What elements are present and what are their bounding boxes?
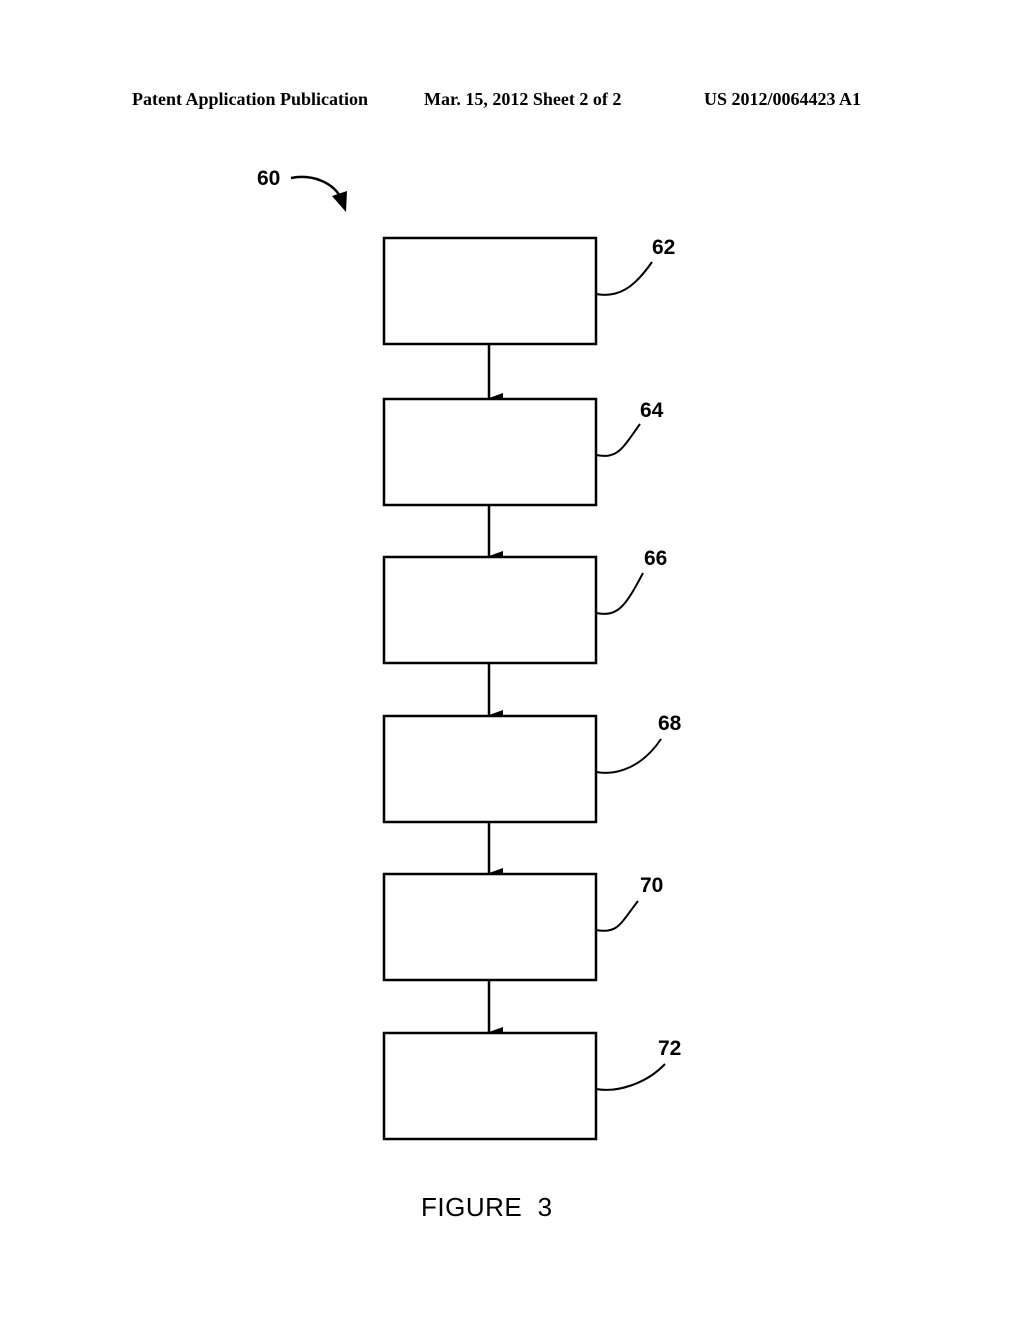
leader-line-64 [595,423,641,457]
figure-ref-label: 60 [257,167,280,190]
figure-pointer-arrowhead [332,191,347,212]
step-box-68 [382,714,598,824]
step-ref-label: 64 [640,399,664,422]
step-ref-label: 66 [644,547,667,570]
leader-line-68 [595,738,662,774]
leader-line-70 [595,900,639,932]
leader-line-62 [595,261,653,296]
step-box-72 [382,1031,598,1141]
flowchart: 60 62 64 66 68 70 72 [257,167,682,1141]
step-ref-label: 72 [658,1037,681,1060]
leader-line-66 [595,572,644,615]
step-box-62 [382,236,598,346]
step-box-66 [382,555,598,665]
step-ref-label: 70 [640,874,663,897]
figure-caption: FIGURE 3 [421,1192,553,1222]
step-ref-label: 62 [652,236,675,259]
step-box-64 [382,397,598,507]
step-box-70 [382,872,598,982]
leader-line-72 [595,1063,666,1091]
step-ref-label: 68 [658,712,682,735]
